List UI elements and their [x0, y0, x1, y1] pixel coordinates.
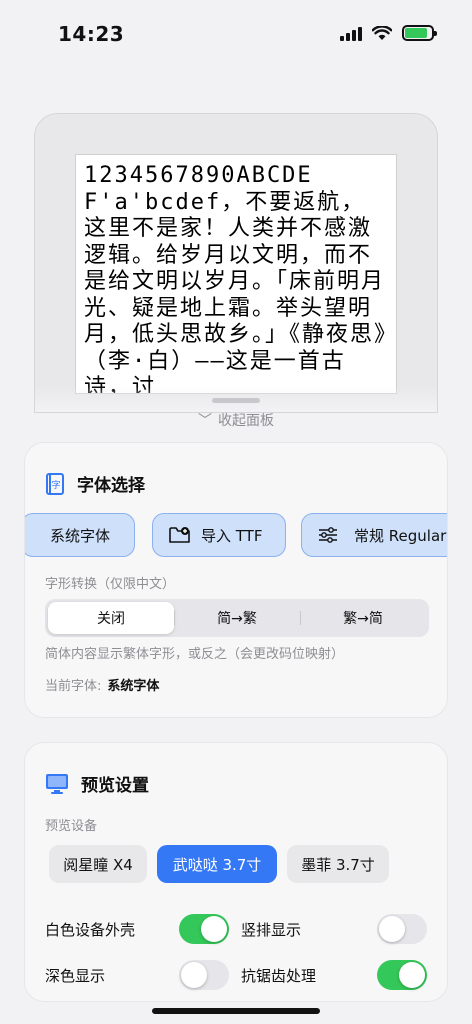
system-font-chip[interactable]: 系统字体 — [25, 513, 135, 557]
system-font-label: 系统字体 — [50, 526, 111, 545]
font-book-icon: 字 — [46, 472, 64, 495]
segment-traditional-to-simplified[interactable]: 繁→简 — [300, 602, 426, 634]
device-preview-screen: 1234567890ABCDEF'a'bcdef，不要返航，这里不是家！人类并不… — [75, 154, 397, 394]
preview-settings-card: 预览设置 预览设备 阅星瞳 X4 武哒哒 3.7寸 墨菲 3.7寸 白色设备外壳… — [24, 742, 448, 1002]
status-bar: 14:23 — [0, 0, 472, 70]
device-x4-button[interactable]: 阅星瞳 X4 — [49, 845, 147, 883]
import-ttf-button[interactable]: 导入 TTF — [152, 513, 286, 557]
monitor-icon — [46, 773, 68, 794]
vertical-label: 竖排显示 — [241, 921, 302, 939]
wifi-icon — [372, 25, 392, 40]
antialias-label: 抗锯齿处理 — [241, 967, 317, 985]
current-font-row: 当前字体: 系统字体 — [45, 675, 159, 694]
sliders-icon — [319, 527, 337, 543]
panel-drag-handle[interactable] — [212, 398, 260, 403]
glyph-convert-segmented-control: 关闭 简→繁 繁→简 — [45, 599, 429, 637]
status-time: 14:23 — [58, 22, 125, 46]
glyph-convert-label: 字形转换（仅限中文） — [45, 577, 176, 592]
current-font-label: 当前字体: — [45, 679, 102, 694]
font-weight-chip[interactable]: 常规 Regular — [301, 513, 447, 557]
dark-mode-label: 深色显示 — [45, 967, 106, 985]
preview-text: 1234567890ABCDEF'a'bcdef，不要返航，这里不是家！人类并不… — [84, 163, 388, 394]
device-mofei-button[interactable]: 墨菲 3.7寸 — [287, 845, 389, 883]
folder-add-icon — [169, 527, 190, 543]
white-shell-toggle[interactable] — [179, 914, 229, 944]
device-wudada-button[interactable]: 武哒哒 3.7寸 — [157, 845, 277, 883]
font-selection-card: 字 字体选择 系统字体 导入 TTF 常规 Regular 字形转换（仅限中文）… — [24, 442, 448, 718]
font-chips-row: 系统字体 导入 TTF 常规 Regular — [25, 513, 447, 557]
preview-card-header: 预览设置 — [45, 771, 149, 796]
status-icons — [340, 25, 437, 41]
device-preview-frame: 1234567890ABCDEF'a'bcdef，不要返航，这里不是家！人类并不… — [34, 113, 438, 413]
cellular-signal-icon — [340, 26, 362, 41]
segment-off[interactable]: 关闭 — [48, 602, 174, 634]
chevron-down-icon: ﹀ — [198, 413, 212, 429]
segment-simplified-to-traditional[interactable]: 简→繁 — [174, 602, 300, 634]
preview-card-title: 预览设置 — [81, 776, 149, 796]
current-font-value: 系统字体 — [107, 679, 160, 694]
device-label: 预览设备 — [45, 819, 98, 834]
collapse-panel-label: 收起面板 — [218, 413, 274, 429]
import-ttf-label: 导入 TTF — [201, 526, 263, 545]
font-weight-label: 常规 Regular — [354, 526, 447, 545]
font-card-title: 字体选择 — [77, 476, 145, 496]
svg-text:字: 字 — [51, 479, 60, 491]
antialias-toggle[interactable] — [377, 960, 427, 990]
white-shell-label: 白色设备外壳 — [45, 921, 136, 939]
collapse-panel-button[interactable]: ﹀ 收起面板 — [0, 410, 472, 430]
glyph-convert-hint: 简体内容显示繁体字形，或反之（会更改码位映射） — [45, 647, 345, 662]
dark-mode-toggle[interactable] — [179, 960, 229, 990]
home-indicator[interactable] — [152, 1008, 320, 1014]
vertical-toggle[interactable] — [377, 914, 427, 944]
font-card-header: 字 字体选择 — [45, 471, 145, 496]
battery-icon — [402, 25, 437, 41]
